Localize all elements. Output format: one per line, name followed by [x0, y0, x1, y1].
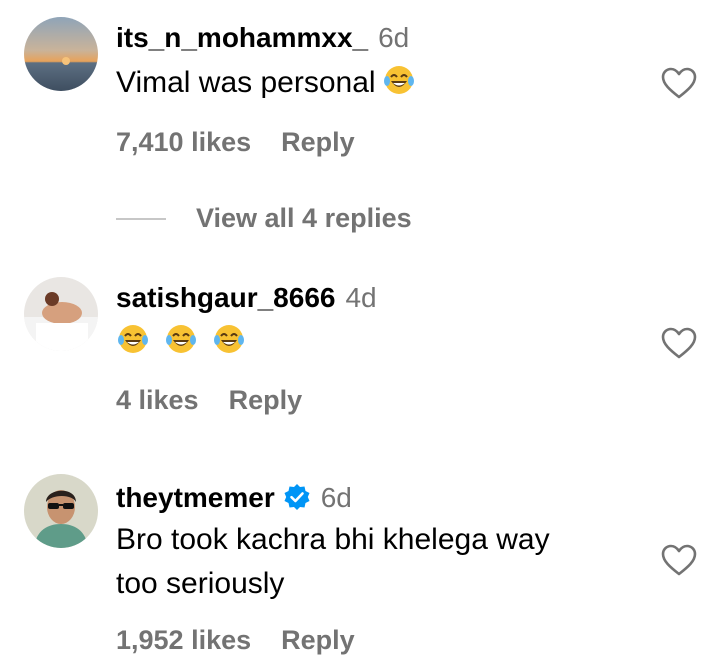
verified-badge-icon [284, 484, 310, 510]
likes-count[interactable]: 1,952 likes [116, 625, 251, 655]
heart-icon[interactable] [660, 326, 698, 360]
comment-text-content: Vimal was personal [116, 66, 376, 99]
sunglasses-boy-avatar-icon [24, 474, 98, 548]
view-replies-button[interactable]: View all 4 replies [116, 203, 412, 234]
timestamp: 4d [345, 282, 377, 313]
reply-button[interactable]: Reply [281, 625, 355, 655]
reply-button[interactable]: Reply [229, 385, 303, 415]
face-with-tears-of-joy-icon [118, 325, 148, 353]
likes-count[interactable]: 7,410 likes [116, 127, 251, 157]
comment-meta: 1,952 likes Reply [116, 625, 355, 656]
likes-count[interactable]: 4 likes [116, 385, 199, 415]
username[interactable]: satishgaur_8666 [116, 282, 335, 314]
replies-divider [116, 217, 166, 220]
comment-text: Bro took kachra bhi khelega way too seri… [116, 523, 550, 600]
username[interactable]: theytmemer [116, 482, 275, 514]
person-lying-avatar-icon [24, 277, 98, 351]
view-replies-label: View all 4 replies [196, 203, 412, 233]
face-with-tears-of-joy-icon [214, 325, 244, 353]
avatar[interactable] [24, 474, 98, 548]
comment-meta: 7,410 likes Reply [116, 127, 355, 158]
username[interactable]: its_n_mohammxx_ [116, 22, 368, 54]
avatar[interactable] [24, 277, 98, 351]
avatar[interactable] [24, 17, 98, 91]
face-with-tears-of-joy-icon [166, 325, 196, 353]
face-with-tears-of-joy-icon [383, 66, 414, 94]
heart-icon[interactable] [660, 66, 698, 100]
timestamp: 6d [320, 482, 352, 513]
comment-text: Vimal was personal [116, 61, 636, 105]
comment-meta: 4 likes Reply [116, 385, 302, 416]
timestamp: 6d [378, 22, 410, 53]
comment-text [116, 320, 636, 364]
heart-icon[interactable] [660, 543, 698, 577]
reply-button[interactable]: Reply [281, 127, 355, 157]
sunset-sea-avatar-icon [24, 17, 98, 91]
